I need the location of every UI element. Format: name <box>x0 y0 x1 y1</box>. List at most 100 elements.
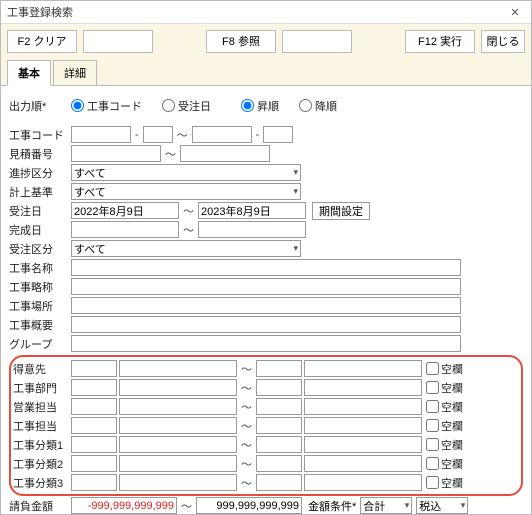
chevron-down-icon: ▾ <box>293 167 298 178</box>
tab-basic[interactable]: 基本 <box>7 60 51 86</box>
tabs: 基本 詳細 <box>1 58 531 86</box>
radio-date[interactable] <box>162 99 175 112</box>
chevron-down-icon: ▾ <box>293 243 298 254</box>
staff-code-from[interactable] <box>71 417 117 434</box>
amt-tax-select[interactable]: 税込 ▾ <box>416 497 468 514</box>
place-input[interactable] <box>71 297 461 314</box>
orderdate-row: 受注日 2022年8月9日 ～ 2023年8月9日 期間設定 <box>9 201 523 220</box>
cls1-name-from[interactable] <box>119 436 237 453</box>
radio-code[interactable] <box>71 99 84 112</box>
f8-reference-button[interactable]: F8 参照 <box>206 30 276 53</box>
radio-asc[interactable] <box>241 99 254 112</box>
cls1-blank-label: 空欄 <box>441 437 463 453</box>
close-icon[interactable]: ✕ <box>505 3 525 21</box>
toolbar-empty-button-2[interactable] <box>282 30 352 53</box>
stdbase-select[interactable]: すべて ▾ <box>71 183 301 200</box>
label-billamt: 請負金額 <box>9 498 71 514</box>
orderdate-from[interactable]: 2022年8月9日 <box>71 202 179 219</box>
completedate-from[interactable] <box>71 221 179 238</box>
billamt-from[interactable] <box>71 497 177 514</box>
f12-execute-button[interactable]: F12 実行 <box>405 30 475 53</box>
staff-name-to[interactable] <box>304 417 422 434</box>
staff-name-from[interactable] <box>119 417 237 434</box>
ordercls-select[interactable]: すべて ▾ <box>71 240 301 257</box>
billamt-to[interactable] <box>196 497 302 514</box>
sales-blank-check[interactable] <box>426 400 439 413</box>
radio-desc[interactable] <box>299 99 312 112</box>
summary-row: 工事概要 <box>9 315 523 334</box>
customer-name-from[interactable] <box>119 360 237 377</box>
sep-dash-1: - <box>135 129 139 141</box>
f2-clear-button[interactable]: F2 クリア <box>7 30 77 53</box>
dept-name-from[interactable] <box>119 379 237 396</box>
progress-select[interactable]: すべて ▾ <box>71 164 301 181</box>
staff-blank-check[interactable] <box>426 419 439 432</box>
dept-row: 工事部門 ～ 空欄 <box>13 378 519 397</box>
staff-code-to[interactable] <box>256 417 302 434</box>
abbr-row: 工事略称 <box>9 277 523 296</box>
cls3-code-from[interactable] <box>71 474 117 491</box>
period-button[interactable]: 期間設定 <box>312 202 370 220</box>
form-body: 出力順* 工事コード 受注日 昇順 降順 工事コード - ～ - 見積番号 ～ <box>1 86 531 514</box>
code-to-2[interactable] <box>263 126 293 143</box>
sales-code-from[interactable] <box>71 398 117 415</box>
label-customer: 得意先 <box>13 361 71 377</box>
estno-row: 見積番号 ～ <box>9 144 523 163</box>
summary-input[interactable] <box>71 316 461 333</box>
cls2-name-from[interactable] <box>119 455 237 472</box>
label-cls1: 工事分類1 <box>13 437 71 453</box>
orderdate-to-value: 2023年8月9日 <box>201 203 271 219</box>
customer-code-to[interactable] <box>256 360 302 377</box>
estno-to[interactable] <box>180 145 270 162</box>
sales-blank-label: 空欄 <box>441 399 463 415</box>
close-button[interactable]: 閉じる <box>481 30 525 53</box>
radio-asc-label: 昇順 <box>257 98 279 114</box>
toolbar: F2 クリア F8 参照 F12 実行 閉じる <box>1 24 531 58</box>
cls1-code-to[interactable] <box>256 436 302 453</box>
dept-code-from[interactable] <box>71 379 117 396</box>
cls3-code-to[interactable] <box>256 474 302 491</box>
customer-name-to[interactable] <box>304 360 422 377</box>
sep-range-dept: ～ <box>241 380 252 396</box>
dept-code-to[interactable] <box>256 379 302 396</box>
toolbar-empty-button-1[interactable] <box>83 30 153 53</box>
cls2-blank-check[interactable] <box>426 457 439 470</box>
dept-name-to[interactable] <box>304 379 422 396</box>
orderdate-from-value: 2022年8月9日 <box>74 203 144 219</box>
dept-blank-check[interactable] <box>426 381 439 394</box>
radio-code-label: 工事コード <box>87 98 142 114</box>
sep-range-staff: ～ <box>241 418 252 434</box>
tab-detail[interactable]: 詳細 <box>53 60 97 86</box>
abbr-input[interactable] <box>71 278 461 295</box>
code-from-2[interactable] <box>143 126 173 143</box>
amt-agg-select[interactable]: 合計 ▾ <box>360 497 412 514</box>
sales-name-from[interactable] <box>119 398 237 415</box>
cls2-code-from[interactable] <box>71 455 117 472</box>
stdbase-row: 計上基準 すべて ▾ <box>9 182 523 201</box>
cls3-name-to[interactable] <box>304 474 422 491</box>
label-estno: 見積番号 <box>9 146 71 162</box>
estno-from[interactable] <box>71 145 161 162</box>
code-from-1[interactable] <box>71 126 131 143</box>
cls1-name-to[interactable] <box>304 436 422 453</box>
group-input[interactable] <box>71 335 461 352</box>
label-cls3: 工事分類3 <box>13 475 71 491</box>
radio-date-label: 受注日 <box>178 98 211 114</box>
sales-code-to[interactable] <box>256 398 302 415</box>
customer-blank-check[interactable] <box>426 362 439 375</box>
sales-name-to[interactable] <box>304 398 422 415</box>
cls1-blank-check[interactable] <box>426 438 439 451</box>
cls3-blank-check[interactable] <box>426 476 439 489</box>
name-input[interactable] <box>71 259 461 276</box>
amt-agg-value: 合計 <box>363 498 385 514</box>
orderdate-to[interactable]: 2023年8月9日 <box>198 202 306 219</box>
cls3-name-from[interactable] <box>119 474 237 491</box>
cls2-code-to[interactable] <box>256 455 302 472</box>
customer-code-from[interactable] <box>71 360 117 377</box>
code-to-1[interactable] <box>192 126 252 143</box>
cls1-code-from[interactable] <box>71 436 117 453</box>
completedate-to[interactable] <box>198 221 306 238</box>
cls2-name-to[interactable] <box>304 455 422 472</box>
cls1-row: 工事分類1 ～ 空欄 <box>13 435 519 454</box>
billamt-row: 請負金額 ～ 金額条件* 合計 ▾ 税込 ▾ <box>9 496 523 514</box>
